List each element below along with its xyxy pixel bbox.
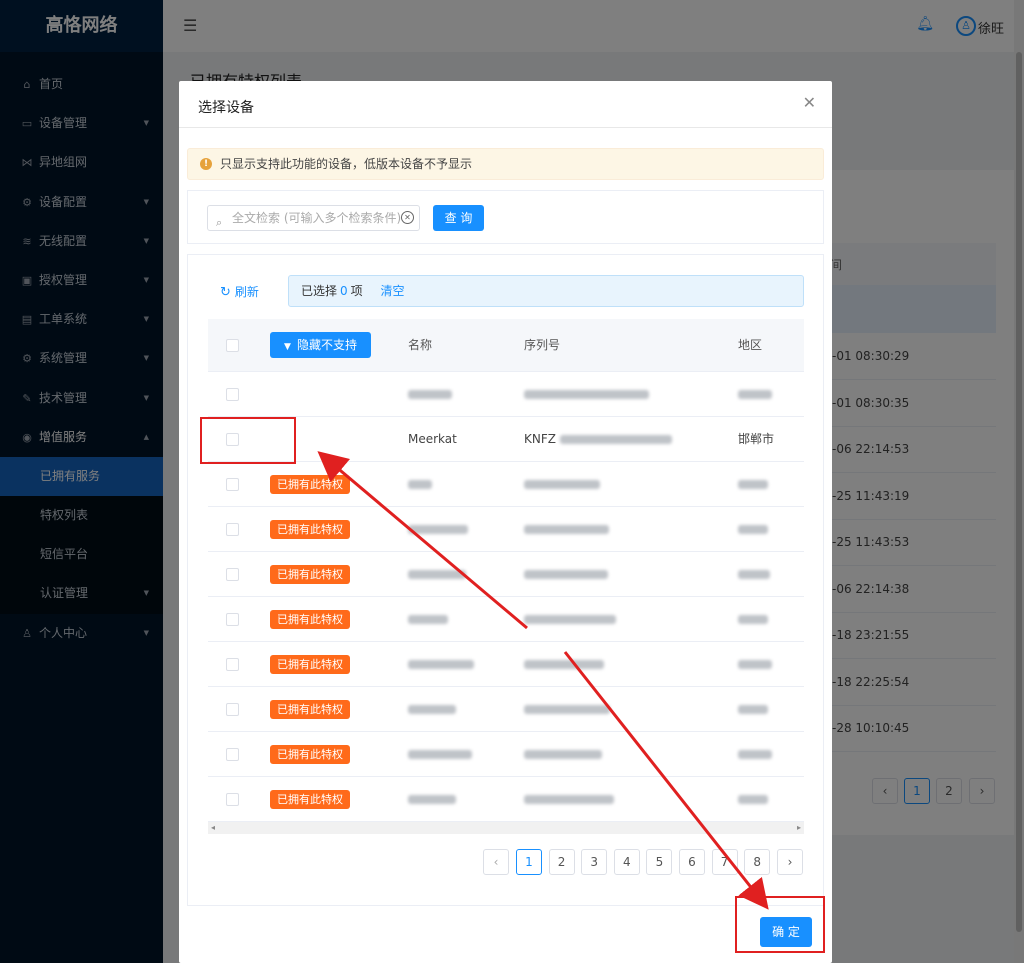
annotation-arrows bbox=[317, 451, 769, 910]
arrow-to-checkbox bbox=[317, 451, 528, 630]
arrow-to-confirm bbox=[563, 651, 769, 910]
